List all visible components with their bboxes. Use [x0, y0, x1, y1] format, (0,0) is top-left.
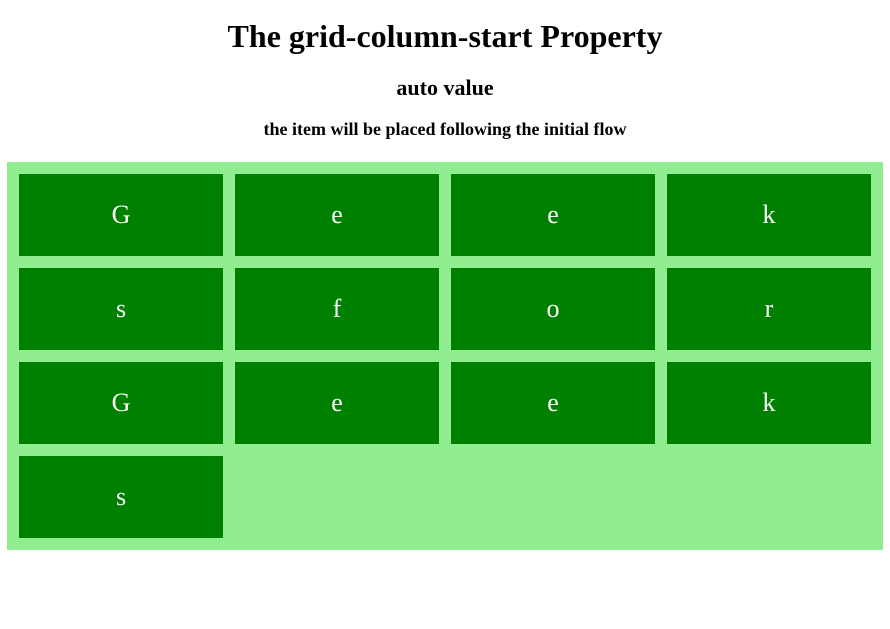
- grid-item: k: [667, 362, 871, 444]
- subtitle: auto value: [5, 75, 885, 101]
- grid-item: G: [19, 174, 223, 256]
- grid-item: o: [451, 268, 655, 350]
- grid-item: r: [667, 268, 871, 350]
- grid-item: G: [19, 362, 223, 444]
- grid-item: e: [235, 174, 439, 256]
- grid-item: s: [19, 456, 223, 538]
- grid-item: f: [235, 268, 439, 350]
- description: the item will be placed following the in…: [5, 119, 885, 140]
- grid-item: e: [451, 362, 655, 444]
- grid-item: e: [235, 362, 439, 444]
- page-title: The grid-column-start Property: [5, 18, 885, 55]
- grid-item: s: [19, 268, 223, 350]
- grid-item: e: [451, 174, 655, 256]
- grid-item: k: [667, 174, 871, 256]
- grid-container: G e e k s f o r G e e k s: [7, 162, 883, 550]
